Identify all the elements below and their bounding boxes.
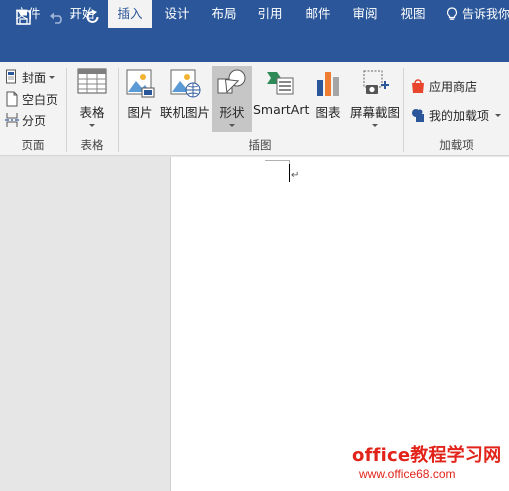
lightbulb-icon	[446, 7, 458, 20]
smartart-icon	[267, 72, 294, 95]
ribbon-tab-bar	[0, 34, 509, 62]
cover-page-icon	[6, 69, 16, 84]
shapes-label: 形状	[219, 105, 245, 120]
my-addins-label: 我的加载项	[429, 108, 490, 123]
store-button[interactable]: 应用商店	[410, 76, 477, 96]
screenshot-icon	[363, 70, 389, 94]
text-cursor	[289, 164, 290, 182]
blank-page-label: 空白页	[22, 92, 59, 107]
shapes-button[interactable]: 形状	[212, 66, 252, 132]
document-background	[0, 157, 170, 491]
chart-button[interactable]: 图表	[309, 66, 347, 132]
cover-page-button[interactable]: 封面	[5, 67, 56, 87]
paragraph-mark-icon: ↵	[291, 170, 300, 181]
screenshot-button[interactable]: 屏幕截图	[349, 66, 401, 132]
tab-file[interactable]: 文件	[0, 0, 56, 28]
store-label: 应用商店	[429, 79, 478, 94]
watermark-title: office教程学习网	[352, 445, 502, 466]
tab-design[interactable]: 设计	[156, 0, 198, 28]
tab-view[interactable]: 视图	[390, 0, 436, 28]
picture-button[interactable]: 图片	[121, 66, 159, 132]
tab-mailings[interactable]: 邮件	[296, 0, 340, 28]
my-addins-icon	[412, 109, 424, 122]
online-picture-button[interactable]: 联机图片	[160, 66, 210, 132]
group-label-illustrations: 插图	[248, 138, 272, 152]
tab-review[interactable]: 审阅	[342, 0, 388, 28]
group-label-pages: 页面	[21, 138, 45, 152]
online-picture-label: 联机图片	[160, 105, 211, 120]
blank-page-icon	[6, 91, 18, 107]
store-icon	[412, 79, 424, 93]
my-addins-button[interactable]: 我的加载项	[410, 105, 502, 125]
picture-icon	[126, 69, 155, 98]
group-label-tables: 表格	[80, 138, 104, 152]
online-picture-icon	[170, 69, 201, 98]
chart-icon	[317, 72, 339, 96]
picture-label: 图片	[127, 105, 153, 120]
cover-page-label: 封面	[22, 70, 47, 85]
page-break-icon	[5, 113, 19, 127]
chart-label: 图表	[315, 105, 341, 120]
table-button[interactable]: 表格	[70, 66, 114, 132]
shapes-icon	[217, 69, 246, 94]
group-label-addins: 加载项	[439, 138, 474, 152]
tab-home[interactable]: 开始	[56, 0, 108, 28]
margin-marker	[265, 160, 289, 161]
smartart-label: SmartArt	[253, 102, 310, 117]
watermark-url: www.office68.com	[359, 467, 456, 481]
blank-page-button[interactable]: 空白页	[5, 89, 58, 109]
tab-layout[interactable]: 布局	[202, 0, 246, 28]
table-label: 表格	[79, 105, 105, 120]
smartart-button[interactable]: SmartArt	[253, 66, 310, 132]
tab-references[interactable]: 引用	[248, 0, 292, 28]
page-break-label: 分页	[22, 113, 47, 128]
tab-insert[interactable]: 插入	[108, 0, 152, 28]
tell-me-text: 告诉我你	[462, 7, 509, 21]
screenshot-label: 屏幕截图	[349, 105, 400, 120]
table-icon	[77, 68, 107, 94]
tell-me-box[interactable]: 告诉我你	[446, 0, 509, 28]
page-break-button[interactable]: 分页	[5, 110, 46, 130]
